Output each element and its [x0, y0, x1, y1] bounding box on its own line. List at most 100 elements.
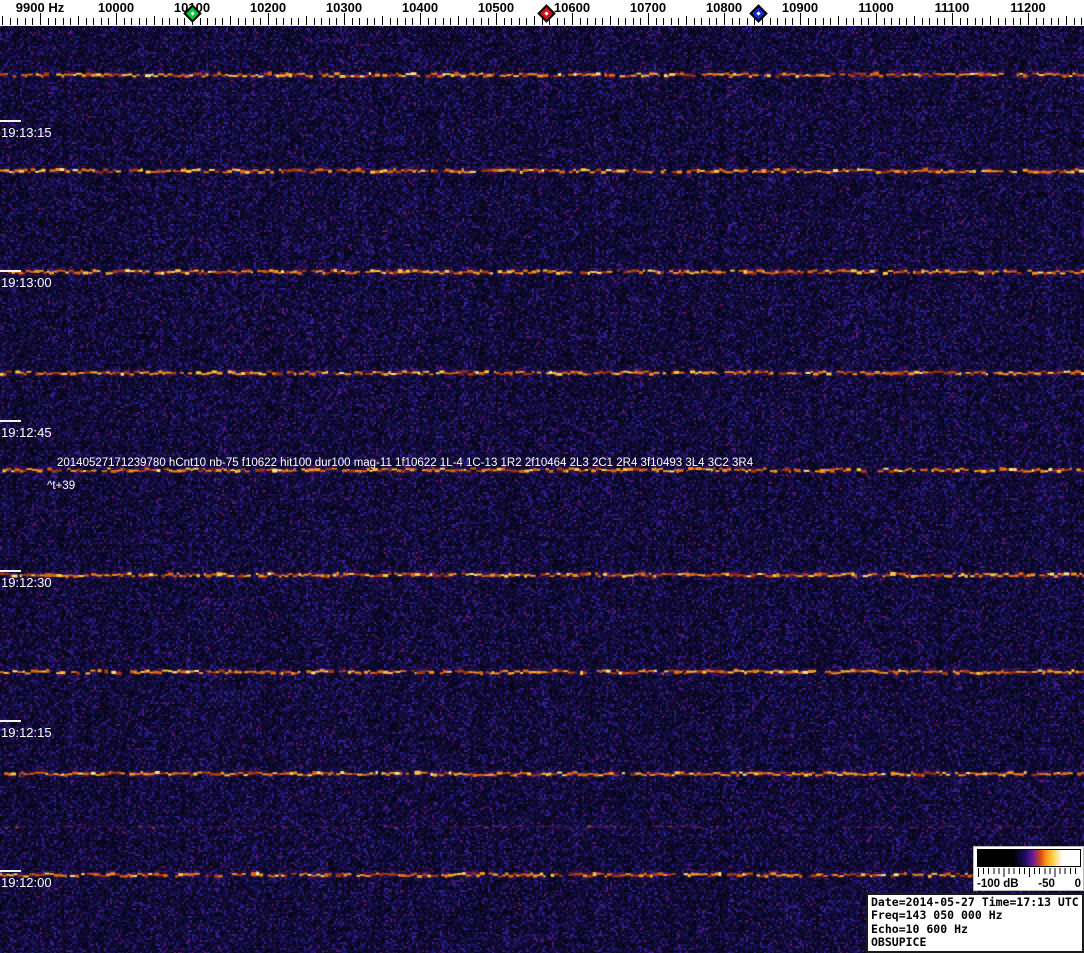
freq-tick	[853, 18, 855, 25]
freq-tick	[397, 18, 399, 25]
freq-tick	[230, 16, 231, 25]
scale-tick-marks	[978, 868, 1080, 877]
freq-tick	[412, 18, 414, 25]
freq-tick	[366, 18, 368, 25]
freq-tick	[176, 18, 178, 25]
freq-label: 10500	[477, 0, 515, 15]
freq-tick	[921, 18, 923, 25]
freq-tick	[359, 18, 361, 25]
freq-tick	[678, 18, 680, 25]
info-echo: Echo=10 600 Hz	[871, 921, 968, 936]
freq-tick	[283, 18, 285, 25]
freq-tick	[990, 16, 991, 25]
freq-tick	[2, 16, 3, 25]
freq-tick	[70, 18, 72, 25]
freq-tick	[55, 18, 57, 25]
freq-tick	[108, 18, 110, 25]
freq-tick	[701, 18, 703, 25]
freq-tick	[556, 18, 558, 25]
freq-tick	[1066, 16, 1067, 25]
freq-tick	[199, 18, 201, 25]
freq-tick	[442, 18, 444, 25]
colormap-gradient-bar	[977, 849, 1081, 867]
freq-tick	[716, 18, 718, 25]
freq-tick	[458, 16, 459, 25]
freq-marker-blue-icon[interactable]	[748, 4, 768, 23]
freq-tick	[670, 18, 672, 25]
freq-tick	[503, 18, 505, 25]
freq-tick	[1020, 18, 1022, 25]
freq-tick	[138, 18, 140, 25]
freq-tick	[564, 18, 566, 25]
time-tick	[0, 270, 21, 272]
freq-tick	[944, 18, 946, 25]
freq-tick	[579, 18, 581, 25]
freq-tick	[739, 18, 741, 25]
freq-tick	[131, 18, 133, 25]
freq-tick	[252, 18, 254, 25]
freq-label: 10400	[401, 0, 439, 15]
frequency-ruler[interactable]: 9900 Hz100001010010200103001040010500106…	[0, 0, 1084, 26]
freq-tick	[731, 18, 733, 25]
freq-tick	[898, 18, 900, 25]
freq-tick	[169, 18, 171, 25]
freq-tick	[404, 18, 406, 25]
spectrogram-window: 9900 Hz100001010010200103001040010500106…	[0, 0, 1084, 953]
freq-tick	[321, 18, 323, 25]
amplitude-color-scale: -100 dB -50 0	[973, 846, 1084, 891]
marker-center-dot	[189, 11, 195, 16]
freq-label: 9900 Hz	[15, 0, 65, 15]
freq-tick	[1050, 18, 1052, 25]
station-info-box: Date=2014-05-27 Time=17:13 UTC Freq=143 …	[866, 893, 1084, 953]
freq-tick	[959, 18, 961, 25]
freq-tick	[663, 18, 665, 25]
freq-tick	[93, 18, 95, 25]
freq-tick	[534, 16, 535, 25]
freq-tick	[830, 18, 832, 25]
freq-tick	[237, 18, 239, 25]
freq-marker-red-icon[interactable]	[536, 4, 556, 23]
freq-tick	[617, 18, 619, 25]
time-label: 19:12:15	[1, 725, 52, 740]
info-date-time: Date=2014-05-27 Time=17:13 UTC	[871, 895, 1079, 909]
freq-tick	[62, 18, 64, 25]
freq-tick	[222, 18, 224, 25]
time-tick	[0, 120, 21, 122]
freq-tick	[336, 18, 338, 25]
freq-tick	[860, 18, 862, 25]
freq-tick	[587, 18, 589, 25]
freq-tick	[32, 18, 34, 25]
freq-tick	[982, 18, 984, 25]
time-tick	[0, 570, 21, 572]
waterfall-spectrogram[interactable]	[0, 26, 1084, 953]
freq-tick	[518, 18, 520, 25]
freq-tick	[746, 18, 748, 25]
freq-tick	[382, 16, 383, 25]
time-label: 19:12:45	[1, 425, 52, 440]
freq-tick	[602, 18, 604, 25]
marker-center-dot	[756, 11, 761, 16]
freq-tick	[777, 18, 779, 25]
info-frequency: Freq=143 050 000 Hz	[871, 908, 1003, 923]
time-tick	[0, 870, 21, 872]
freq-tick	[328, 18, 330, 25]
freq-tick	[275, 18, 277, 25]
freq-tick	[1058, 18, 1060, 25]
time-tick	[0, 720, 21, 722]
freq-label: 11100	[934, 0, 970, 15]
freq-tick	[9, 18, 11, 25]
freq-tick	[184, 18, 186, 25]
freq-tick	[1012, 18, 1014, 25]
freq-tick	[351, 18, 353, 25]
freq-tick	[85, 18, 87, 25]
freq-tick	[708, 18, 710, 25]
freq-tick	[891, 18, 893, 25]
scale-label-mid: -50	[1038, 878, 1055, 890]
freq-tick	[526, 18, 528, 25]
freq-tick	[594, 18, 596, 25]
freq-tick	[868, 18, 870, 25]
freq-tick	[207, 18, 209, 25]
freq-label: 10200	[249, 0, 287, 15]
freq-tick	[693, 18, 695, 25]
freq-tick	[640, 18, 642, 25]
